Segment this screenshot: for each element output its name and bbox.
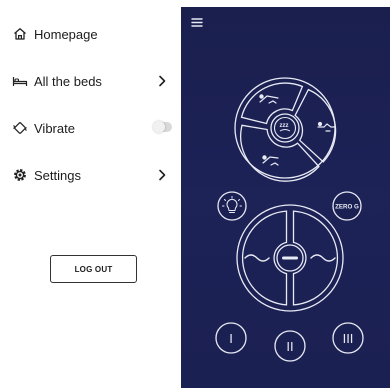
hamburger-menu-icon[interactable] <box>190 16 203 30</box>
preset-2-button[interactable]: II <box>274 330 306 362</box>
gear-icon <box>14 169 26 181</box>
navigation-drawer: Homepage All the beds Vibrate Settings L… <box>0 0 180 388</box>
menu-item-label: Settings <box>34 167 81 183</box>
lumbar-icon <box>262 155 279 166</box>
menu-item-vibrate[interactable]: Vibrate <box>12 116 174 140</box>
head-up-icon <box>259 94 279 104</box>
bed-icon <box>12 77 28 86</box>
bed-remote-panel: zzz ZERO G I II III <box>181 7 390 388</box>
foot-up-icon <box>317 121 336 132</box>
menu-item-all-the-beds[interactable]: All the beds <box>12 69 174 93</box>
zero-g-label: ZERO G <box>335 204 359 211</box>
preset-3-label: III <box>343 331 354 346</box>
chevron-right-icon <box>159 75 166 87</box>
svg-text:zzz: zzz <box>280 123 289 129</box>
toggle-knob <box>153 121 165 133</box>
menu-item-label: Vibrate <box>34 120 75 136</box>
home-icon <box>14 28 26 40</box>
menu-item-settings[interactable]: Settings <box>12 163 174 187</box>
menu-item-label: Homepage <box>34 26 98 42</box>
zero-g-button[interactable]: ZERO G <box>332 191 362 221</box>
wave-right-icon <box>310 254 336 262</box>
preset-1-label: I <box>229 331 233 346</box>
vibrate-toggle[interactable] <box>153 121 172 133</box>
preset-2-label: II <box>286 339 293 354</box>
preset-3-button[interactable]: III <box>332 322 364 354</box>
logout-button[interactable]: LOG OUT <box>50 255 137 283</box>
massage-stop-icon <box>282 256 298 260</box>
preset-1-button[interactable]: I <box>215 322 247 354</box>
snore-icon: zzz <box>280 123 291 132</box>
wave-left-icon <box>244 254 270 262</box>
menu-item-label: All the beds <box>34 73 102 89</box>
menu-item-homepage[interactable]: Homepage <box>12 22 174 46</box>
vibrate-icon <box>13 122 27 134</box>
chevron-right-icon <box>159 169 166 181</box>
